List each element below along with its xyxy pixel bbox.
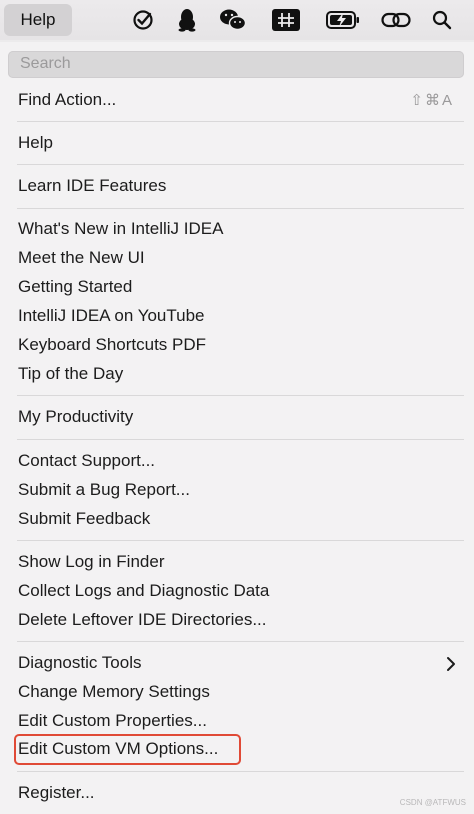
menu-item-learn-ide-features[interactable]: Learn IDE Features: [0, 173, 474, 201]
todo-check-icon[interactable]: [129, 7, 157, 33]
menu-item-keyboard-shortcuts-pdf[interactable]: Keyboard Shortcuts PDF: [0, 332, 474, 360]
delete-dirs-label: Delete Leftover IDE Directories...: [18, 610, 267, 629]
memory-label: Change Memory Settings: [18, 682, 210, 701]
search-field[interactable]: Search: [8, 51, 464, 78]
shortcuts-pdf-label: Keyboard Shortcuts PDF: [18, 335, 207, 354]
wechat-icon[interactable]: [219, 7, 247, 33]
watermark: CSDN @ATFWUS: [399, 798, 466, 807]
menu-item-getting-started[interactable]: Getting Started: [0, 274, 474, 302]
menu-item-collect-logs[interactable]: Collect Logs and Diagnostic Data: [0, 578, 474, 606]
separator: [17, 208, 464, 209]
menu-item-meet-new-ui[interactable]: Meet the New UI: [0, 245, 474, 273]
qq-penguin-icon[interactable]: [173, 7, 201, 33]
menu-item-change-memory-settings[interactable]: Change Memory Settings: [0, 679, 474, 707]
menu-item-submit-bug-report[interactable]: Submit a Bug Report...: [0, 477, 474, 505]
highlight-box: [14, 734, 241, 765]
search-placeholder: Search: [20, 55, 71, 72]
menu-item-submit-feedback[interactable]: Submit Feedback: [0, 506, 474, 534]
menu-bar: Help: [0, 0, 474, 40]
show-log-label: Show Log in Finder: [18, 552, 165, 571]
collect-logs-label: Collect Logs and Diagnostic Data: [18, 581, 270, 600]
menu-item-delete-leftover-dirs[interactable]: Delete Leftover IDE Directories...: [0, 607, 474, 635]
chevron-right-icon: [446, 656, 456, 677]
custom-props-label: Edit Custom Properties...: [18, 711, 207, 730]
separator: [17, 439, 464, 440]
separator: [17, 641, 464, 642]
menu-item-diagnostic-tools[interactable]: Diagnostic Tools: [0, 650, 474, 678]
help-dropdown-menu: Search Find Action... ⇧⌘A Help Learn IDE…: [0, 42, 474, 814]
menu-item-help[interactable]: Help: [0, 130, 474, 158]
menu-item-my-productivity[interactable]: My Productivity: [0, 404, 474, 432]
battery-charging-icon[interactable]: [326, 7, 360, 33]
youtube-label: IntelliJ IDEA on YouTube: [18, 306, 205, 325]
separator: [17, 771, 464, 772]
menu-item-edit-custom-properties[interactable]: Edit Custom Properties...: [0, 708, 474, 736]
link-icon[interactable]: [381, 7, 411, 33]
meet-new-ui-label: Meet the New UI: [18, 248, 145, 267]
menu-item-youtube[interactable]: IntelliJ IDEA on YouTube: [0, 303, 474, 331]
input-method-icon[interactable]: [272, 7, 300, 33]
separator: [17, 395, 464, 396]
menu-item-tip-of-the-day[interactable]: Tip of the Day: [0, 361, 474, 389]
bug-label: Submit a Bug Report...: [18, 480, 190, 499]
diag-tools-label: Diagnostic Tools: [18, 653, 142, 672]
separator: [17, 540, 464, 541]
tip-label: Tip of the Day: [18, 364, 124, 383]
separator: [17, 121, 464, 122]
help-menu-title[interactable]: Help: [4, 4, 72, 36]
menu-item-find-action[interactable]: Find Action... ⇧⌘A: [0, 87, 474, 115]
search-icon[interactable]: [428, 7, 456, 33]
menu-item-contact-support[interactable]: Contact Support...: [0, 448, 474, 476]
learn-label: Learn IDE Features: [18, 176, 167, 195]
menu-item-show-log-in-finder[interactable]: Show Log in Finder: [0, 549, 474, 577]
separator: [17, 164, 464, 165]
menu-item-whats-new[interactable]: What's New in IntelliJ IDEA: [0, 216, 474, 244]
help-label: Help: [18, 133, 53, 152]
register-label: Register...: [18, 783, 95, 802]
productivity-label: My Productivity: [18, 407, 134, 426]
whats-new-label: What's New in IntelliJ IDEA: [18, 219, 224, 238]
find-action-shortcut: ⇧⌘A: [410, 92, 454, 109]
feedback-label: Submit Feedback: [18, 509, 151, 528]
contact-label: Contact Support...: [18, 451, 156, 470]
find-action-label: Find Action...: [18, 90, 117, 109]
getting-started-label: Getting Started: [18, 277, 133, 296]
